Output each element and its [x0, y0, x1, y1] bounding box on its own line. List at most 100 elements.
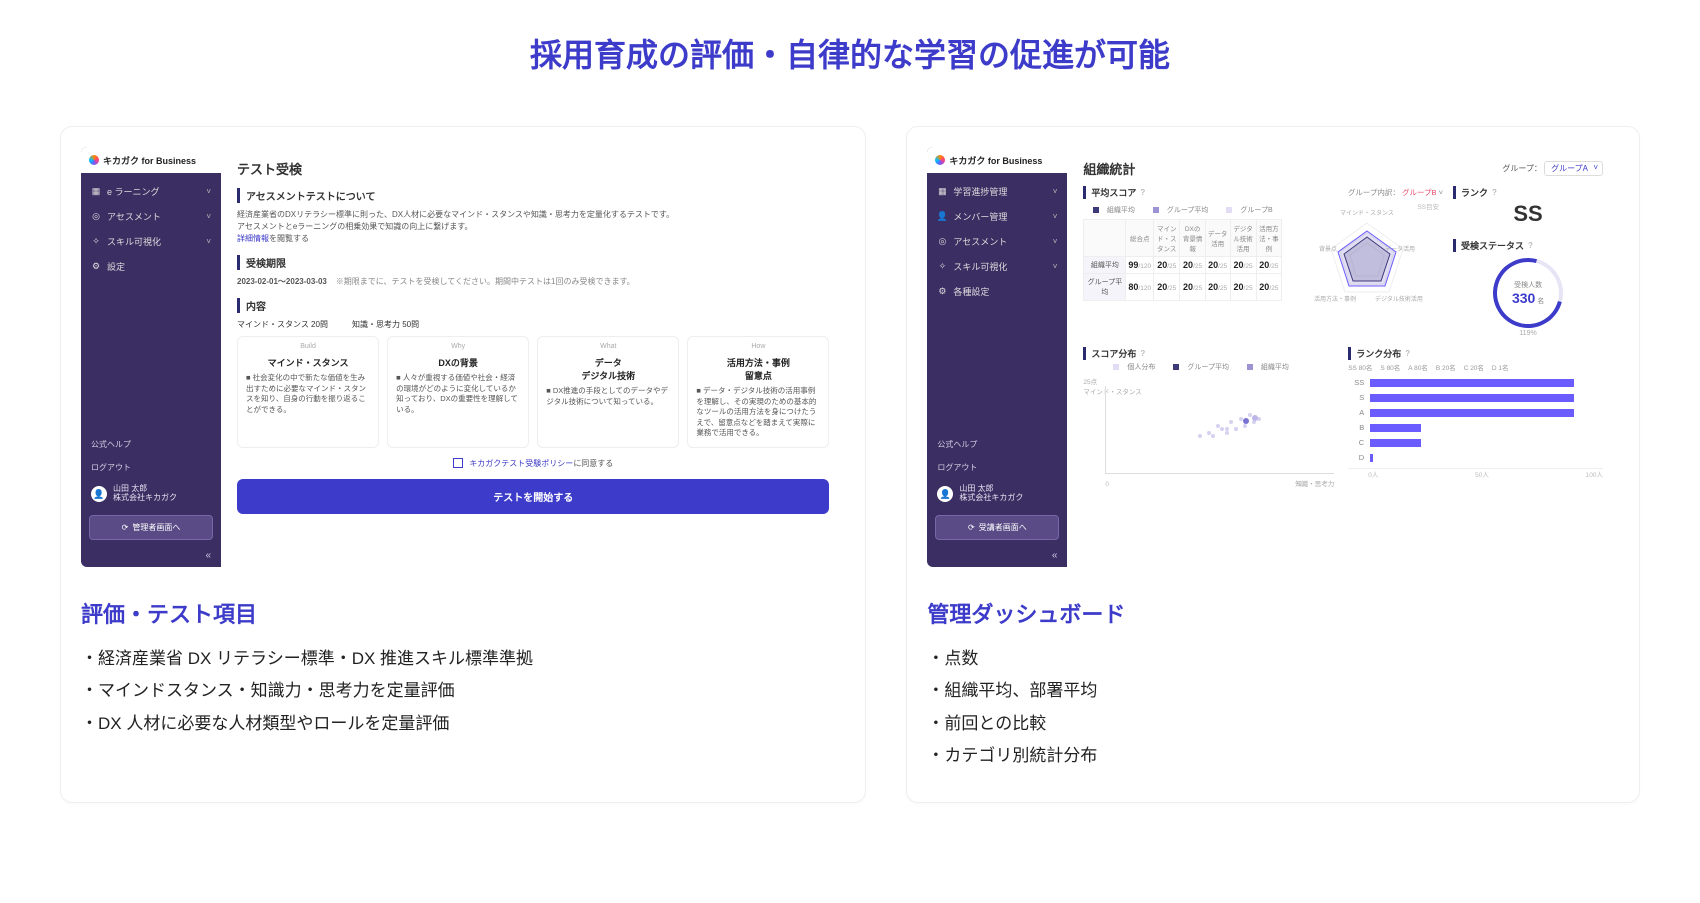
- chevron-down-icon: ˅: [1053, 237, 1058, 246]
- scatter-dot: [1207, 431, 1211, 435]
- bullet-item: マインドスタンス・知識力・思考力を定量評価: [81, 675, 845, 707]
- period-title: 受検期限: [237, 255, 829, 270]
- sidebar-item-members[interactable]: 👤 メンバー管理 ˅: [927, 204, 1067, 229]
- brand: キカガク for Business: [81, 147, 221, 173]
- agree-checkbox[interactable]: [453, 458, 463, 468]
- help-link[interactable]: 公式ヘルプ: [81, 433, 221, 456]
- detail-link[interactable]: 詳細情報: [237, 234, 269, 243]
- page-title: 採用育成の評価・自律的な学習の促進が可能: [60, 30, 1640, 76]
- rankbar-title: ランク分布 ?: [1348, 347, 1603, 360]
- user-badge: 👤 山田 太郎 株式会社キカガク: [927, 479, 1067, 509]
- help-icon[interactable]: ?: [1140, 188, 1145, 197]
- rankbar-title-text: ランク分布: [1356, 347, 1401, 360]
- rankbar-bar: [1370, 424, 1421, 432]
- scatter-leg-2: グループ平均: [1187, 364, 1229, 371]
- group-dropdown[interactable]: グループA: [1544, 161, 1603, 176]
- svg-text:活用方法・事例: 活用方法・事例: [1314, 295, 1356, 303]
- chevron-down-icon: ˅: [206, 212, 211, 221]
- card-heading-right: 管理ダッシュボード: [927, 597, 1619, 629]
- card-hat: Build: [246, 343, 370, 350]
- sidebar-item-assessment[interactable]: ◎ アセスメント ˅: [81, 204, 221, 229]
- help-icon[interactable]: ?: [1140, 349, 1145, 358]
- chevron-down-icon: ˅: [1053, 187, 1058, 196]
- content-count-2: 知識・思考力 50問: [352, 319, 419, 330]
- rankbar-row: A: [1348, 408, 1603, 417]
- avg-score-title-text: 平均スコア: [1091, 186, 1136, 199]
- period-value: 2023-02-01〜2023-03-03: [237, 277, 327, 286]
- status-unit: 名: [1537, 298, 1544, 305]
- content-count-1: マインド・スタンス 20問: [237, 319, 328, 330]
- start-test-button[interactable]: テストを開始する: [237, 479, 829, 514]
- agree-row: キカガクテスト受験ポリシーに同意する: [237, 458, 829, 469]
- mock-test-screen: キカガク for Business ▦ e ラーニング ˅ ◎ アセスメント ˅…: [81, 147, 845, 567]
- policy-link[interactable]: キカガクテスト受験ポリシー: [469, 459, 573, 468]
- scatter-panel: スコア分布 ? 個人分布 グループ平均 組織平均 25点 マインド・スタンス: [1083, 347, 1338, 488]
- rankbar-bar: [1370, 409, 1574, 417]
- collapse-sidebar-button[interactable]: «: [81, 546, 221, 567]
- rankbar-label: C: [1348, 438, 1364, 447]
- sidebar-item-progress[interactable]: ▦ 学習進捗管理 ˅: [927, 179, 1067, 204]
- card-desc: ■ 社会変化の中で新たな価値を生み出すために必要なマインド・スタンスを知り、自身…: [246, 373, 370, 415]
- scatter-dot: [1234, 427, 1238, 431]
- sidebar-item-assessment[interactable]: ◎ アセスメント ˅: [927, 229, 1067, 254]
- card-dashboard: キカガク for Business ▦ 学習進捗管理 ˅ 👤 メンバー管理 ˅ …: [906, 126, 1640, 803]
- help-icon[interactable]: ?: [1492, 188, 1497, 197]
- brand: キカガク for Business: [927, 147, 1067, 173]
- help-link[interactable]: 公式ヘルプ: [927, 433, 1067, 456]
- svg-text:データ活用: データ活用: [1385, 245, 1415, 253]
- chevron-down-icon: ˅: [1053, 212, 1058, 221]
- user-badge: 👤 山田 太郎 株式会社キカガク: [81, 479, 221, 509]
- learner-screen-button[interactable]: ⟳ 受講者画面へ: [935, 515, 1059, 540]
- avg-score-panel: 平均スコア ? グループ内訳： グループB ˅ 組織平均: [1083, 186, 1443, 337]
- avatar-icon: 👤: [937, 486, 953, 502]
- sidebar-item-settings[interactable]: ⚙ 設定: [81, 254, 221, 279]
- card-title: 活用方法・事例留意点: [696, 356, 820, 382]
- sidebar-item-various-settings[interactable]: ⚙ 各種設定: [927, 279, 1067, 304]
- rankbar-bar: [1370, 439, 1421, 447]
- about-text-2: アセスメントとeラーニングの相乗効果で知識の向上に繋げます。: [237, 221, 829, 233]
- rankbar-bar: [1370, 379, 1574, 387]
- sidebar-item-skill[interactable]: ✧ スキル可視化 ˅: [927, 254, 1067, 279]
- bullets-right: 点数組織平均、部署平均前回との比較カテゴリ別統計分布: [927, 643, 1619, 772]
- logout-link[interactable]: ログアウト: [927, 456, 1067, 479]
- gear-icon: ⚙: [937, 287, 947, 297]
- swap-icon: ⟳: [122, 523, 129, 532]
- sidebar-item-skill[interactable]: ✧ スキル可視化 ˅: [81, 229, 221, 254]
- scatter-dot: [1252, 415, 1258, 421]
- admin-screen-button[interactable]: ⟳ 管理者画面へ: [89, 515, 213, 540]
- bullet-item: 前回との比較: [927, 708, 1619, 740]
- card-title: マインド・スタンス: [246, 356, 370, 369]
- scatter-dot: [1243, 418, 1249, 424]
- content-card: How活用方法・事例留意点■ データ・デジタル技術の活用事例を理解し、その実現の…: [687, 336, 829, 448]
- status-label: 受検人数: [1512, 280, 1544, 290]
- card-desc: ■ DX推進の手段としてのデータやデジタル技術について知っている。: [546, 386, 670, 407]
- subgroup-selector[interactable]: グループ内訳： グループB ˅: [1348, 187, 1443, 198]
- radar-chart: SS目安 マインド・スタンス: [1290, 203, 1443, 313]
- spark-icon: ✧: [91, 237, 101, 247]
- help-icon[interactable]: ?: [1528, 241, 1533, 250]
- scatter-dot: [1220, 427, 1224, 431]
- spark-icon: ✧: [937, 262, 947, 272]
- status-num: 330: [1512, 290, 1535, 306]
- sidebar-item-elearning[interactable]: ▦ e ラーニング ˅: [81, 179, 221, 204]
- collapse-sidebar-button[interactable]: «: [927, 546, 1067, 567]
- status-panel: 受検ステータス ? 受検人数 330 名 119%: [1453, 239, 1603, 337]
- rankbar-xticks: 0人50人100人: [1348, 469, 1603, 479]
- sidebar-item-label: 学習進捗管理: [953, 185, 1007, 198]
- content-card: Build マインド・スタンス ■ 社会変化の中で新たな価値を生み出すために必要なマ…: [237, 336, 379, 448]
- period-row: 2023-02-01〜2023-03-03 ※期限までに、テストを受検してくださ…: [237, 276, 829, 288]
- about-text-1: 経済産業省のDXリテラシー標準に則った、DX人材に必要なマインド・スタンスや知識…: [237, 209, 829, 221]
- avg-score-table: 総合点マインド・スタンスDXの背景情報データ活用デジタル技術活用活用方法・事例組…: [1083, 219, 1282, 301]
- scatter-leg-3: 組織平均: [1261, 364, 1289, 371]
- group-label: グループ：: [1502, 164, 1542, 173]
- bullet-item: カテゴリ別統計分布: [927, 740, 1619, 772]
- chevron-down-icon: ˅: [1053, 262, 1058, 271]
- status-title: 受検ステータス ?: [1453, 239, 1603, 252]
- rankbar-label: S: [1348, 393, 1364, 402]
- scatter-dot: [1229, 420, 1233, 424]
- logout-link[interactable]: ログアウト: [81, 456, 221, 479]
- help-icon[interactable]: ?: [1405, 349, 1410, 358]
- bullet-item: 組織平均、部署平均: [927, 675, 1619, 707]
- mock-sidebar-left: キカガク for Business ▦ e ラーニング ˅ ◎ アセスメント ˅…: [81, 147, 221, 567]
- rankbar-bar: [1370, 394, 1574, 402]
